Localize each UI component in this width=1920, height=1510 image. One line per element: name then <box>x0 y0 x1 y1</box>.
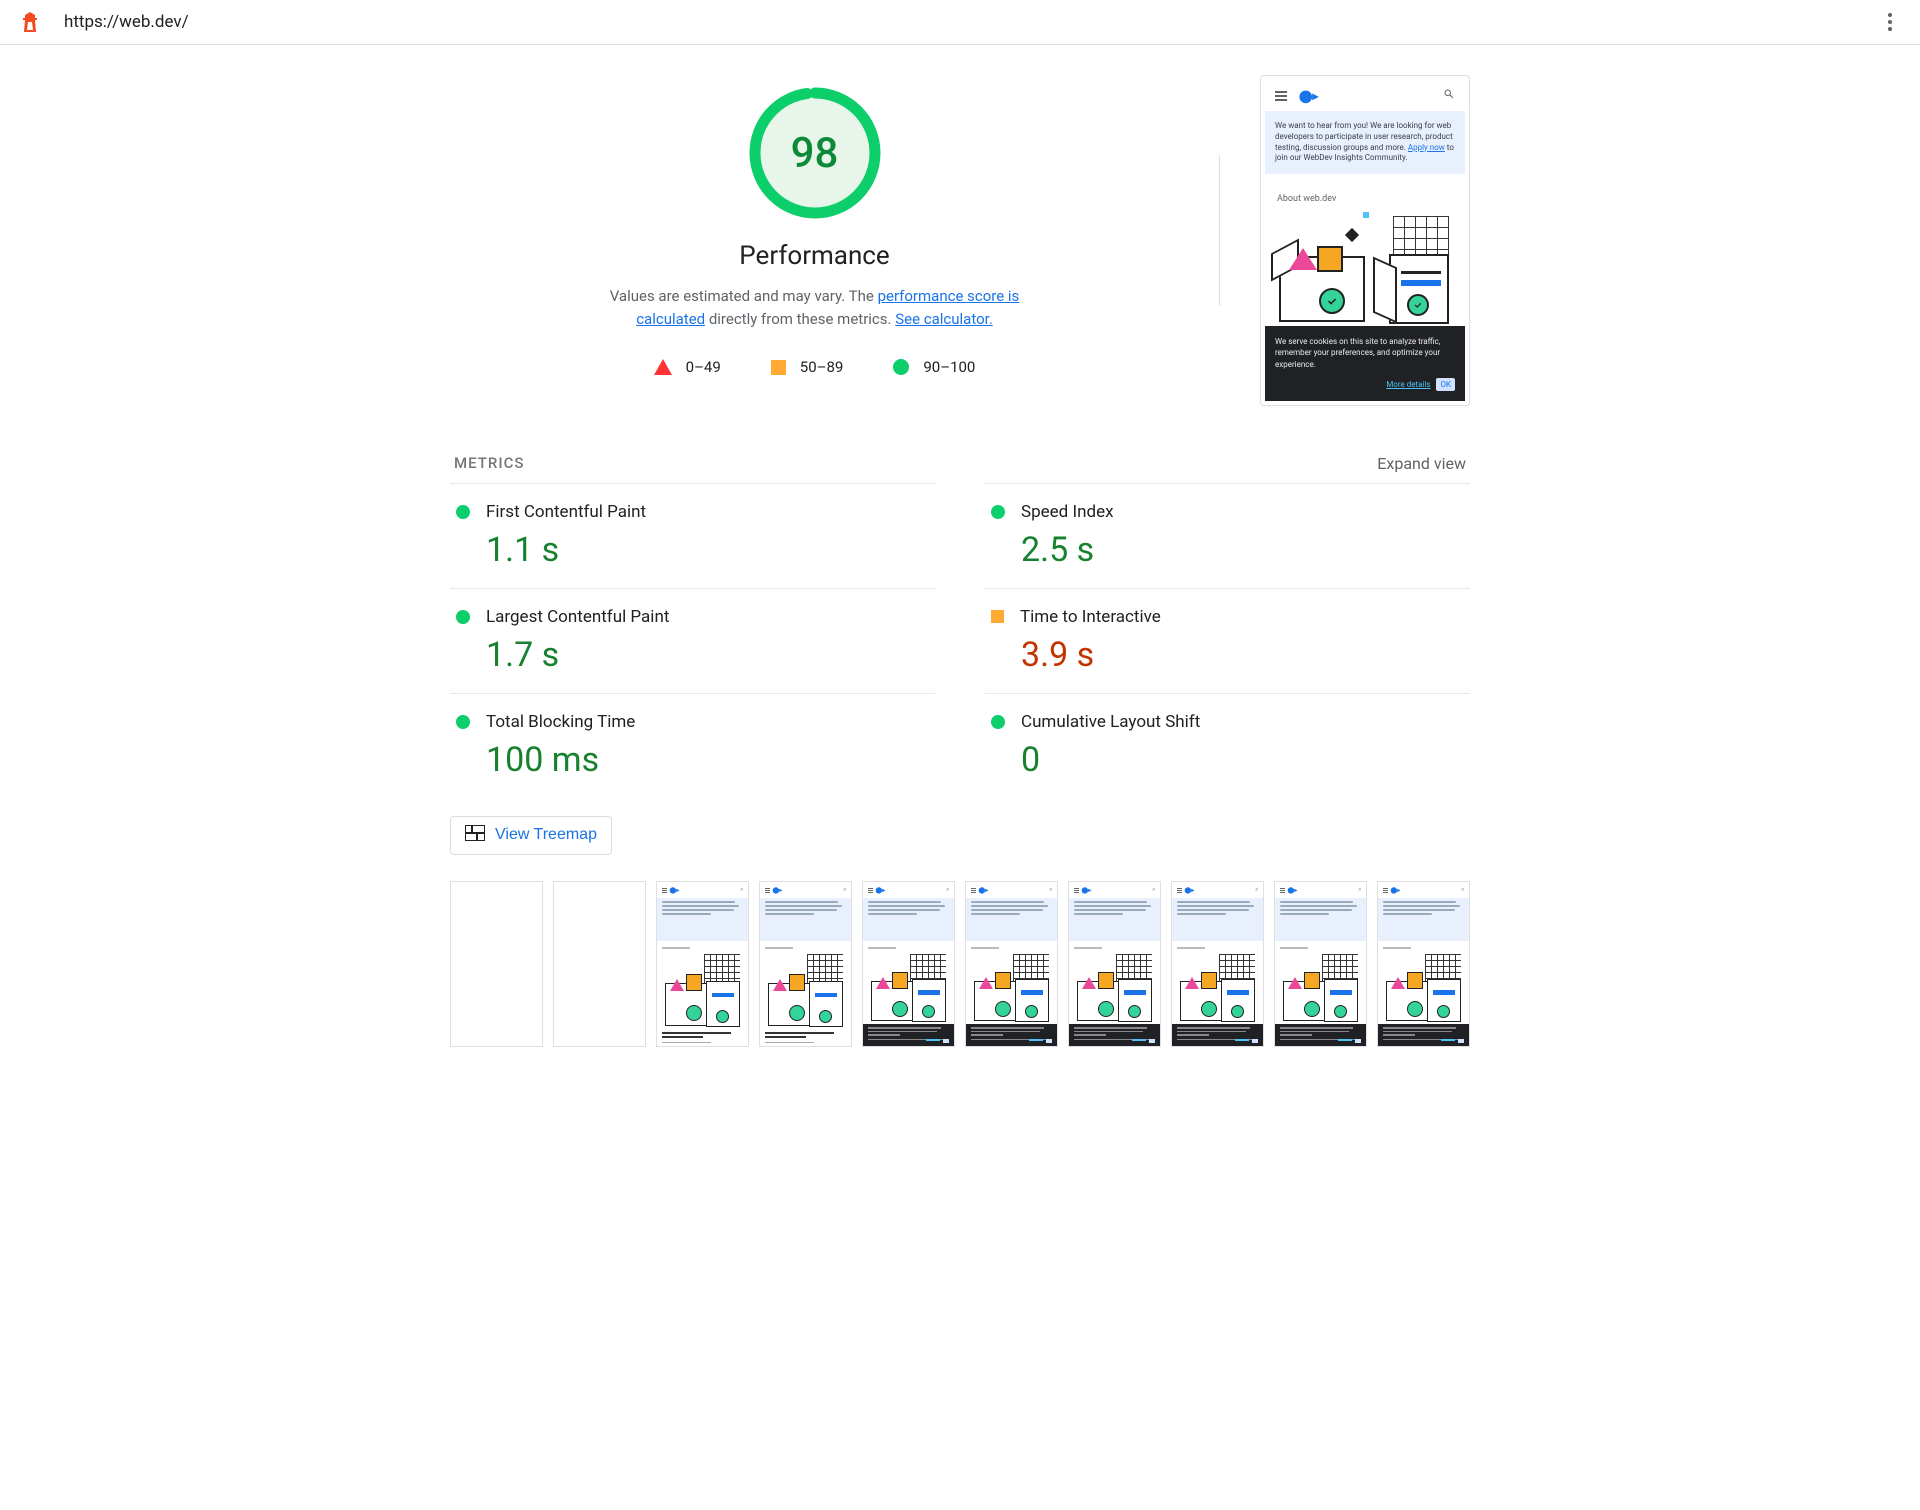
hamburger-icon <box>1275 91 1287 101</box>
metric-value: 0 <box>1021 740 1464 780</box>
metrics-section-title: METRICS <box>454 454 524 472</box>
metric-cumulative-layout-shift[interactable]: Cumulative Layout Shift 0 <box>985 693 1470 798</box>
metric-name: Cumulative Layout Shift <box>1021 712 1200 732</box>
metric-value: 1.7 s <box>486 635 929 675</box>
score-legend: 0–49 50–89 90–100 <box>654 358 976 376</box>
preview-banner: We want to hear from you! We are looking… <box>1265 111 1465 174</box>
filmstrip-frame[interactable]: ⬤▸⌕ <box>759 881 852 1047</box>
pass-icon <box>991 715 1005 729</box>
view-treemap-button[interactable]: View Treemap <box>450 816 612 855</box>
score-gauge: 98 <box>745 83 885 223</box>
cookie-more-link: More details <box>1386 379 1430 390</box>
metric-value: 1.1 s <box>486 530 929 570</box>
pass-icon <box>893 359 909 375</box>
average-icon <box>771 360 786 375</box>
treemap-icon <box>465 825 485 846</box>
pass-icon <box>456 505 470 519</box>
metric-total-blocking-time[interactable]: Total Blocking Time 100 ms <box>450 693 935 798</box>
expand-view-toggle[interactable]: Expand view <box>1377 454 1466 473</box>
preview-about-label: About web.dev <box>1265 174 1465 210</box>
more-menu-button[interactable] <box>1878 10 1902 34</box>
filmstrip-frame[interactable]: ⬤▸⌕ <box>656 881 749 1047</box>
filmstrip-frame[interactable]: ⬤▸⌕ <box>1171 881 1264 1047</box>
filmstrip: ⬤▸⌕⬤▸⌕⬤▸⌕⬤▸⌕⬤▸⌕⬤▸⌕⬤▸⌕⬤▸⌕ <box>450 881 1470 1047</box>
filmstrip-frame[interactable]: ⬤▸⌕ <box>1068 881 1161 1047</box>
metric-name: Total Blocking Time <box>486 712 635 732</box>
preview-illustration <box>1275 216 1455 326</box>
metric-time-to-interactive[interactable]: Time to Interactive 3.9 s <box>985 588 1470 693</box>
metric-largest-contentful-paint[interactable]: Largest Contentful Paint 1.7 s <box>450 588 935 693</box>
logo-icon: ⬤▸ <box>1299 89 1318 103</box>
metric-value: 3.9 s <box>1021 635 1464 675</box>
filmstrip-frame[interactable]: ⬤▸⌕ <box>1377 881 1470 1047</box>
metrics-grid: First Contentful Paint 1.1 s Speed Index 2.… <box>450 483 1470 798</box>
metric-name: Speed Index <box>1021 502 1114 522</box>
filmstrip-frame[interactable]: ⬤▸⌕ <box>1274 881 1367 1047</box>
metric-value: 100 ms <box>486 740 929 780</box>
score-value: 98 <box>745 83 885 223</box>
filmstrip-frame[interactable]: ⬤▸⌕ <box>965 881 1058 1047</box>
metric-value: 2.5 s <box>1021 530 1464 570</box>
page-screenshot: ⬤▸ We want to hear from you! We are look… <box>1260 75 1470 406</box>
metric-first-contentful-paint[interactable]: First Contentful Paint 1.1 s <box>450 483 935 588</box>
page-url: https://web.dev/ <box>64 12 1878 32</box>
filmstrip-frame[interactable] <box>450 881 543 1047</box>
search-icon <box>1443 88 1455 103</box>
metric-name: Largest Contentful Paint <box>486 607 669 627</box>
category-description: Values are estimated and may vary. The p… <box>585 285 1045 330</box>
pass-icon <box>456 715 470 729</box>
filmstrip-frame[interactable]: ⬤▸⌕ <box>862 881 955 1047</box>
fail-icon <box>654 359 672 375</box>
metric-name: Time to Interactive <box>1020 607 1161 627</box>
report-content: 98 Performance Values are estimated and … <box>450 45 1470 1087</box>
preview-cookie-banner: We serve cookies on this site to analyze… <box>1265 326 1465 401</box>
metric-name: First Contentful Paint <box>486 502 646 522</box>
topbar: https://web.dev/ <box>0 0 1920 45</box>
filmstrip-frame[interactable] <box>553 881 646 1047</box>
pass-icon <box>991 505 1005 519</box>
pass-icon <box>456 610 470 624</box>
see-calculator-link[interactable]: See calculator. <box>895 310 993 328</box>
metric-speed-index[interactable]: Speed Index 2.5 s <box>985 483 1470 588</box>
lighthouse-icon <box>18 10 42 34</box>
cookie-ok-button: OK <box>1436 378 1455 391</box>
average-icon <box>991 610 1004 623</box>
category-title: Performance <box>739 241 889 271</box>
